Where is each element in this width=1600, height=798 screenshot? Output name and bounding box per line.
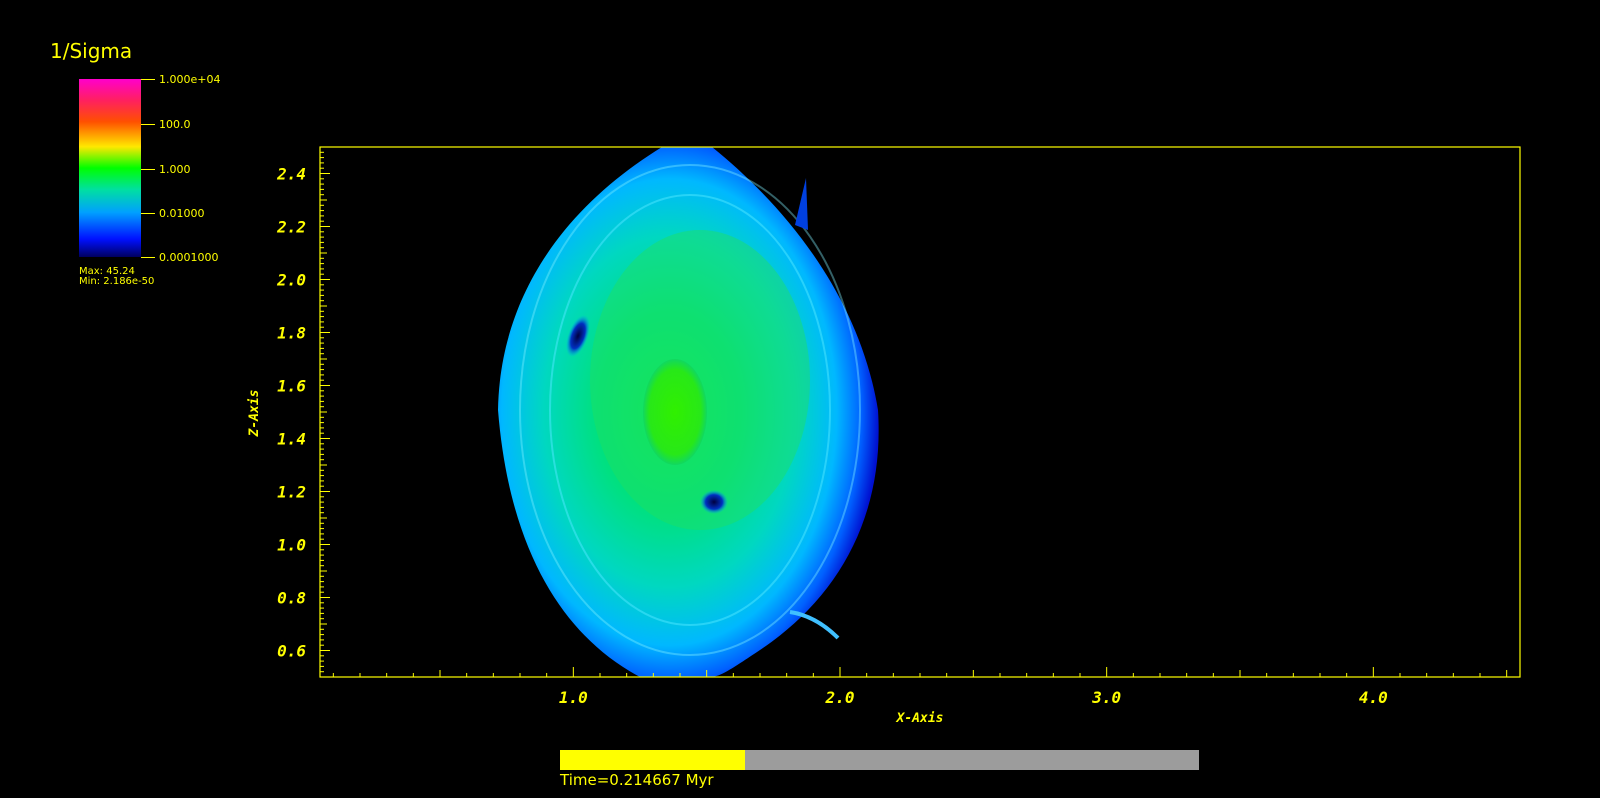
dark-spot xyxy=(700,490,728,514)
y-tick-label: 1.8 xyxy=(277,324,306,343)
x-axis-ticks xyxy=(332,667,1508,677)
x-tick-label: 4.0 xyxy=(1359,688,1388,707)
y-tick-label: 0.6 xyxy=(277,642,306,661)
time-progress-bar xyxy=(560,750,1199,770)
y-tick-label: 1.0 xyxy=(277,536,306,555)
x-tick-label: 2.0 xyxy=(825,688,855,707)
y-axis-ticks xyxy=(320,146,330,678)
y-tick-label: 2.0 xyxy=(276,271,306,290)
plot-area: 1.0 2.0 3.0 4.0 0.6 0.8 1.0 1.2 1.4 1.6 1.8 2.0 2.2… xyxy=(247,146,1521,726)
heatmap-field xyxy=(498,147,879,677)
x-axis-label: X-Axis xyxy=(896,711,944,726)
y-axis-label: Z-Axis xyxy=(247,390,262,438)
x-axis-tick-labels: 1.0 2.0 3.0 4.0 xyxy=(559,688,1388,707)
y-tick-label: 0.8 xyxy=(277,589,306,608)
y-tick-label: 1.4 xyxy=(277,430,306,449)
y-tick-label: 1.2 xyxy=(277,483,306,502)
y-tick-label: 2.2 xyxy=(276,218,306,237)
x-tick-label: 3.0 xyxy=(1091,688,1121,707)
upper-spike xyxy=(795,178,808,230)
y-tick-label: 1.6 xyxy=(277,377,306,396)
core-region xyxy=(643,359,707,465)
y-axis-tick-labels: 0.6 0.8 1.0 1.2 1.4 1.6 1.8 2.0 2.2 2.4 xyxy=(276,165,306,661)
x-tick-label: 1.0 xyxy=(559,688,588,707)
time-progress-fill xyxy=(560,750,746,770)
y-tick-label: 2.4 xyxy=(276,165,306,184)
time-label: Time=0.214667 Myr xyxy=(560,771,714,789)
